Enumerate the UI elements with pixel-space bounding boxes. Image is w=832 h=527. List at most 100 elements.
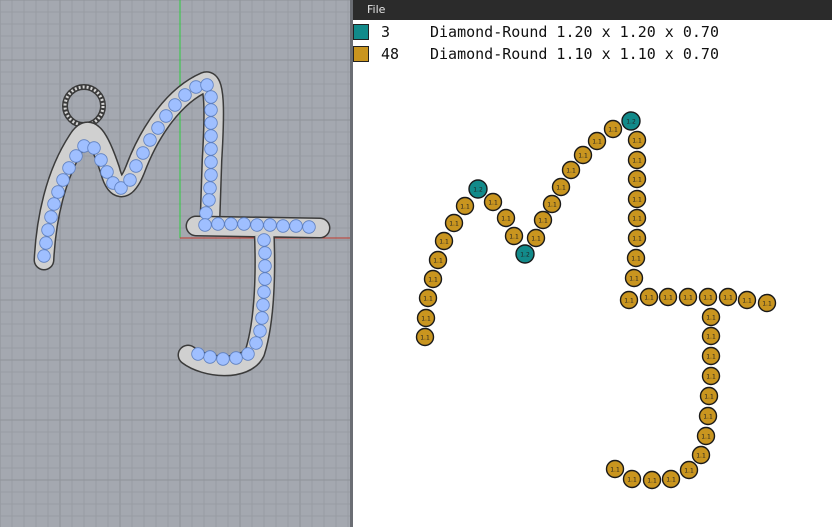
- stone-size-label: 1.1: [509, 234, 519, 241]
- viewport-stone[interactable]: [198, 218, 212, 232]
- stone-small: 1.1: [627, 228, 647, 248]
- stone-small: 1.1: [737, 290, 757, 310]
- stone-small: 1.1: [415, 327, 435, 347]
- viewport-stone[interactable]: [204, 129, 218, 143]
- viewport-stone[interactable]: [168, 98, 182, 112]
- viewport-stone[interactable]: [229, 351, 243, 365]
- stone-size-label: 1.1: [428, 277, 438, 284]
- stone-size-label: 1.1: [706, 334, 716, 341]
- viewport-stone[interactable]: [200, 78, 214, 92]
- viewport-stone[interactable]: [258, 259, 272, 273]
- viewport-stone[interactable]: [178, 88, 192, 102]
- stone-small: 1.1: [658, 287, 678, 307]
- stone-size-label: 1.2: [626, 119, 636, 126]
- viewport-stone[interactable]: [249, 336, 263, 350]
- viewport-stone[interactable]: [204, 155, 218, 169]
- stone-size-label: 1.1: [684, 468, 694, 475]
- viewport-stone[interactable]: [39, 236, 53, 250]
- stone-size-label: 1.1: [488, 200, 498, 207]
- stone-size-label: 1.2: [520, 252, 530, 259]
- viewport-stone[interactable]: [87, 141, 101, 155]
- stone-small: 1.1: [639, 287, 659, 307]
- viewport-stone[interactable]: [204, 116, 218, 130]
- stone-size-label: 1.1: [421, 316, 431, 323]
- viewport-stone[interactable]: [203, 350, 217, 364]
- viewport-stone[interactable]: [191, 347, 205, 361]
- viewport-stone[interactable]: [224, 217, 238, 231]
- viewport-stone[interactable]: [258, 246, 272, 260]
- stone-size-label: 1.1: [420, 335, 430, 342]
- viewport-stone[interactable]: [255, 311, 269, 325]
- stone-size-label: 1.1: [578, 153, 588, 160]
- viewport-stone[interactable]: [204, 142, 218, 156]
- viewport-stone[interactable]: [216, 352, 230, 366]
- viewport-stone[interactable]: [241, 347, 255, 361]
- viewport-stone[interactable]: [302, 220, 316, 234]
- viewport-stone[interactable]: [289, 219, 303, 233]
- stone-small: 1.1: [718, 287, 738, 307]
- stone-size-label: 1.1: [632, 177, 642, 184]
- stone-size-label: 1.1: [706, 354, 716, 361]
- stone-small: 1.1: [496, 208, 516, 228]
- viewport-stone[interactable]: [237, 217, 251, 231]
- viewport-canvas[interactable]: [0, 0, 352, 527]
- viewport-stone[interactable]: [41, 223, 55, 237]
- stone-report-panel: File 3 Diamond-Round 1.20 x 1.20 x 0.70 …: [353, 0, 832, 527]
- stone-size-label: 1.1: [762, 301, 772, 308]
- viewport-stone[interactable]: [56, 173, 70, 187]
- stone-size-label: 1.1: [742, 298, 752, 305]
- viewport-stone[interactable]: [94, 153, 108, 167]
- viewport-stone[interactable]: [123, 173, 137, 187]
- stone-size-label: 1.1: [696, 453, 706, 460]
- viewport-stone[interactable]: [276, 219, 290, 233]
- viewport-stone[interactable]: [47, 197, 61, 211]
- stone-size-label: 1.1: [439, 239, 449, 246]
- stone-small: 1.1: [434, 231, 454, 251]
- viewport-stone[interactable]: [189, 80, 203, 94]
- viewport-stone[interactable]: [257, 233, 271, 247]
- viewport-stone[interactable]: [257, 285, 271, 299]
- stone-size-label: 1.1: [644, 295, 654, 302]
- stone-size-label: 1.1: [703, 414, 713, 421]
- viewport-stone[interactable]: [204, 90, 218, 104]
- stone-size-label: 1.1: [547, 202, 557, 209]
- stone-small: 1.1: [698, 406, 718, 426]
- stone-small: 1.1: [444, 213, 464, 233]
- viewport-stone[interactable]: [37, 249, 51, 263]
- viewport-stone[interactable]: [204, 103, 218, 117]
- stone-small: 1.1: [561, 160, 581, 180]
- viewport-stone[interactable]: [100, 165, 114, 179]
- stone-small: 1.1: [679, 460, 699, 480]
- viewport-stone[interactable]: [250, 218, 264, 232]
- viewport-stone[interactable]: [199, 206, 213, 220]
- stone-size-label: 1.1: [610, 467, 620, 474]
- viewport-stone[interactable]: [204, 168, 218, 182]
- stone-small: 1.1: [627, 208, 647, 228]
- viewport-stone[interactable]: [253, 324, 267, 338]
- viewport-stone[interactable]: [256, 298, 270, 312]
- viewport-stone[interactable]: [44, 210, 58, 224]
- viewport-stone[interactable]: [129, 159, 143, 173]
- viewport-stone[interactable]: [203, 181, 217, 195]
- stone-small: 1.1: [605, 459, 625, 479]
- viewport-stone[interactable]: [151, 121, 165, 135]
- stone-size-label: 1.1: [449, 221, 459, 228]
- 3d-viewport[interactable]: [0, 0, 352, 527]
- stone-size-label: 1.1: [706, 315, 716, 322]
- stone-size-label: 1.1: [701, 434, 711, 441]
- viewport-stone[interactable]: [143, 133, 157, 147]
- viewport-stone[interactable]: [159, 109, 173, 123]
- stone-size-label: 1.1: [663, 295, 673, 302]
- stone-small: 1.1: [622, 469, 642, 489]
- viewport-stone[interactable]: [211, 217, 225, 231]
- viewport-stone[interactable]: [263, 218, 277, 232]
- stone-size-label: 1.1: [460, 204, 470, 211]
- viewport-stone[interactable]: [136, 146, 150, 160]
- viewport-stone[interactable]: [51, 185, 65, 199]
- viewport-stone[interactable]: [258, 272, 272, 286]
- stone-size-label: 1.1: [632, 216, 642, 223]
- viewport-stone[interactable]: [202, 193, 216, 207]
- stone-small: 1.1: [627, 169, 647, 189]
- stone-size-label: 1.1: [501, 216, 511, 223]
- viewport-stone[interactable]: [62, 161, 76, 175]
